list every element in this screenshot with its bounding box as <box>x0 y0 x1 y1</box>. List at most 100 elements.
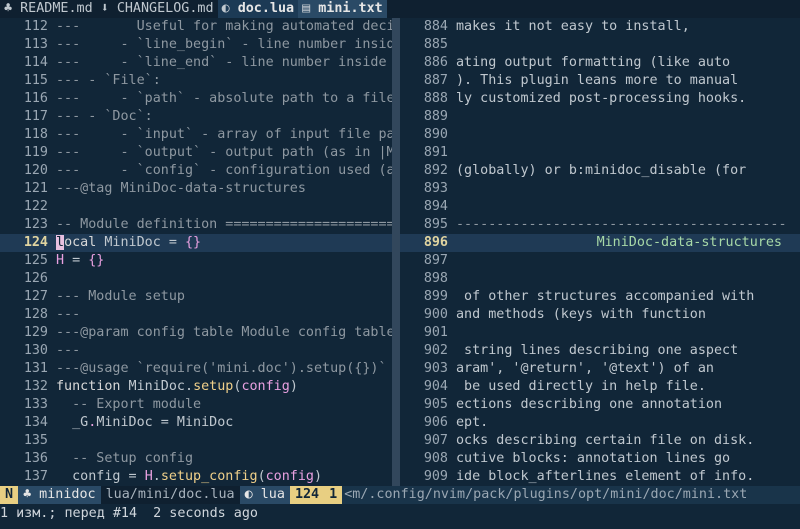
code-line[interactable]: 129 ---@param config table Module config … <box>0 324 392 342</box>
line-number-gutter: 128 <box>23 307 48 322</box>
code-line[interactable]: 136 -- Setup config <box>0 450 392 468</box>
tab-doc-lua[interactable]: ◐ doc.lua <box>217 0 299 18</box>
line-text: _G.MiniDoc = MiniDoc <box>56 415 234 430</box>
line-number-gutter: 114 <box>23 55 48 70</box>
code-line[interactable]: 133 -- Export module <box>0 396 392 414</box>
column-number: 1 <box>324 486 343 504</box>
code-line[interactable]: 124 local MiniDoc = {} <box>0 234 392 252</box>
code-line[interactable]: 909 ide block_afterlines element of info. <box>400 468 800 486</box>
code-line[interactable]: 127 --- Module setup <box>0 288 392 306</box>
line-number-gutter: 885 <box>423 37 448 52</box>
tab-label: mini.txt <box>318 1 383 16</box>
code-line[interactable]: 906 ept. <box>400 414 800 432</box>
code-line[interactable]: 888 ly customized post-processing hooks. <box>400 90 800 108</box>
split-divider[interactable] <box>392 18 400 486</box>
code-line[interactable]: 121 ---@tag MiniDoc-data-structures <box>0 180 392 198</box>
line-text: --- - `output` - output path (as in |M <box>56 145 392 160</box>
line-number-gutter: 127 <box>23 289 48 304</box>
line-text: function MiniDoc.setup(config) <box>56 379 298 394</box>
code-line[interactable]: 114 --- - `line_end` - line number inside <box>0 54 392 72</box>
code-line[interactable]: 900 and methods (keys with function <box>400 306 800 324</box>
code-line[interactable]: 132 function MiniDoc.setup(config) <box>0 378 392 396</box>
mode-indicator: N <box>0 486 19 504</box>
tabline: ♣ README.md ⬇ CHANGELOG.md ◐ doc.lua ▤ m… <box>0 0 800 18</box>
line-number-gutter: 131 <box>23 361 48 376</box>
line-text: ---@usage `require('mini.doc').setup({})… <box>56 361 387 376</box>
code-line[interactable]: 894 <box>400 198 800 216</box>
line-number-gutter: 907 <box>423 433 448 448</box>
code-line[interactable]: 908 cutive blocks: annotation lines go <box>400 450 800 468</box>
code-line[interactable]: 137 config = H.setup_config(config) <box>0 468 392 486</box>
code-line[interactable]: 134 _G.MiniDoc = MiniDoc <box>0 414 392 432</box>
line-text: (globally) or b:minidoc_disable (for <box>456 163 747 178</box>
code-line[interactable]: 115 --- - `File`: <box>0 72 392 90</box>
line-text <box>448 145 456 160</box>
code-line[interactable]: 904 be used directly in help file. <box>400 378 800 396</box>
line-number-gutter: 906 <box>423 415 448 430</box>
line-number-gutter: 122 <box>23 199 48 214</box>
code-line[interactable]: 126 <box>0 270 392 288</box>
line-text: ly customized post-processing hooks. <box>456 91 747 106</box>
code-line[interactable]: 892 (globally) or b:minidoc_disable (for <box>400 162 800 180</box>
line-text: --- Module setup <box>56 289 185 304</box>
line-text: --- - `line_begin` - line number insid <box>56 37 392 52</box>
code-line[interactable]: 907 ocks describing certain file on disk. <box>400 432 800 450</box>
code-line[interactable]: 125 H = {} <box>0 252 392 270</box>
code-line[interactable]: 123 -- Module definition ================… <box>0 216 392 234</box>
code-line[interactable]: 889 <box>400 108 800 126</box>
line-text: local MiniDoc = {} <box>56 235 202 250</box>
code-line[interactable]: 901 <box>400 324 800 342</box>
code-line[interactable]: 887). This plugin leans more to manual <box>400 72 800 90</box>
code-line[interactable]: 118 --- - `input` - array of input file p… <box>0 126 392 144</box>
line-number-gutter: 125 <box>23 253 48 268</box>
code-line[interactable]: 903 aram', '@return', '@text') of an <box>400 360 800 378</box>
editor-pane-right[interactable]: 884 makes it not easy to install, 885 886 at… <box>400 18 800 486</box>
line-text: -- Module definition ===================… <box>56 217 392 232</box>
code-line[interactable]: 884 makes it not easy to install, <box>400 18 800 36</box>
code-line[interactable]: 885 <box>400 36 800 54</box>
line-text: --- - `input` - array of input file pa <box>56 127 392 142</box>
code-line[interactable]: 119 --- - `output` - output path (as in |… <box>0 144 392 162</box>
code-line[interactable]: 120 --- - `config` - configuration used (… <box>0 162 392 180</box>
code-line[interactable]: 890 <box>400 126 800 144</box>
line-text: ). This plugin leans more to manual <box>456 73 739 88</box>
code-line[interactable]: 135 <box>0 432 392 450</box>
line-text: --- <box>56 343 81 358</box>
line-text: --- - `config` - configuration used (a <box>56 163 392 178</box>
code-line[interactable]: 895 -------------------------------------… <box>400 216 800 234</box>
line-text: --- <box>56 307 81 322</box>
tab-mini-txt[interactable]: ▤ mini.txt <box>298 0 387 18</box>
line-number-gutter: 895 <box>423 217 448 232</box>
code-line[interactable]: 886 ating output formatting (like auto <box>400 54 800 72</box>
line-number-gutter: 132 <box>23 379 48 394</box>
code-line[interactable]: 899 of other structures accompanied with <box>400 288 800 306</box>
line-text <box>448 199 456 214</box>
line-number-gutter: 900 <box>423 307 448 322</box>
code-line[interactable]: 113 --- - `line_begin` - line number insi… <box>0 36 392 54</box>
code-line[interactable]: 117 --- - `Doc`: <box>0 108 392 126</box>
line-text <box>448 127 456 142</box>
code-line[interactable]: 905 ections describing one annotation <box>400 396 800 414</box>
tab-label: README.md <box>20 1 93 16</box>
code-line[interactable]: 128 --- <box>0 306 392 324</box>
line-text: H = {} <box>56 253 105 268</box>
tab-readme[interactable]: ♣ README.md <box>0 0 97 18</box>
code-line[interactable]: 902 string lines describing one aspect <box>400 342 800 360</box>
code-line[interactable]: 897 <box>400 252 800 270</box>
line-number-gutter: 899 <box>423 289 448 304</box>
line-text: ept. <box>456 415 489 430</box>
code-line[interactable]: 116 --- - `path` - absolute path to a fil… <box>0 90 392 108</box>
editor-pane-left[interactable]: 112 --- Useful for making automated deci 1… <box>0 18 392 486</box>
code-line[interactable]: 896 MiniDoc-data-structures <box>400 234 800 252</box>
code-line[interactable]: 112 --- Useful for making automated deci <box>0 18 392 36</box>
code-line[interactable]: 131 ---@usage `require('mini.doc').setup(… <box>0 360 392 378</box>
statusline: N ♣ minidoc lua/mini/doc.lua ◐ lua 124 1… <box>0 486 800 504</box>
tab-changelog[interactable]: ⬇ CHANGELOG.md <box>96 0 218 18</box>
line-text <box>48 199 56 214</box>
command-line[interactable]: 1 изм.; перед #14 2 seconds ago <box>0 504 800 529</box>
code-line[interactable]: 893 <box>400 180 800 198</box>
code-line[interactable]: 122 <box>0 198 392 216</box>
code-line[interactable]: 898 <box>400 270 800 288</box>
code-line[interactable]: 130 --- <box>0 342 392 360</box>
code-line[interactable]: 891 <box>400 144 800 162</box>
